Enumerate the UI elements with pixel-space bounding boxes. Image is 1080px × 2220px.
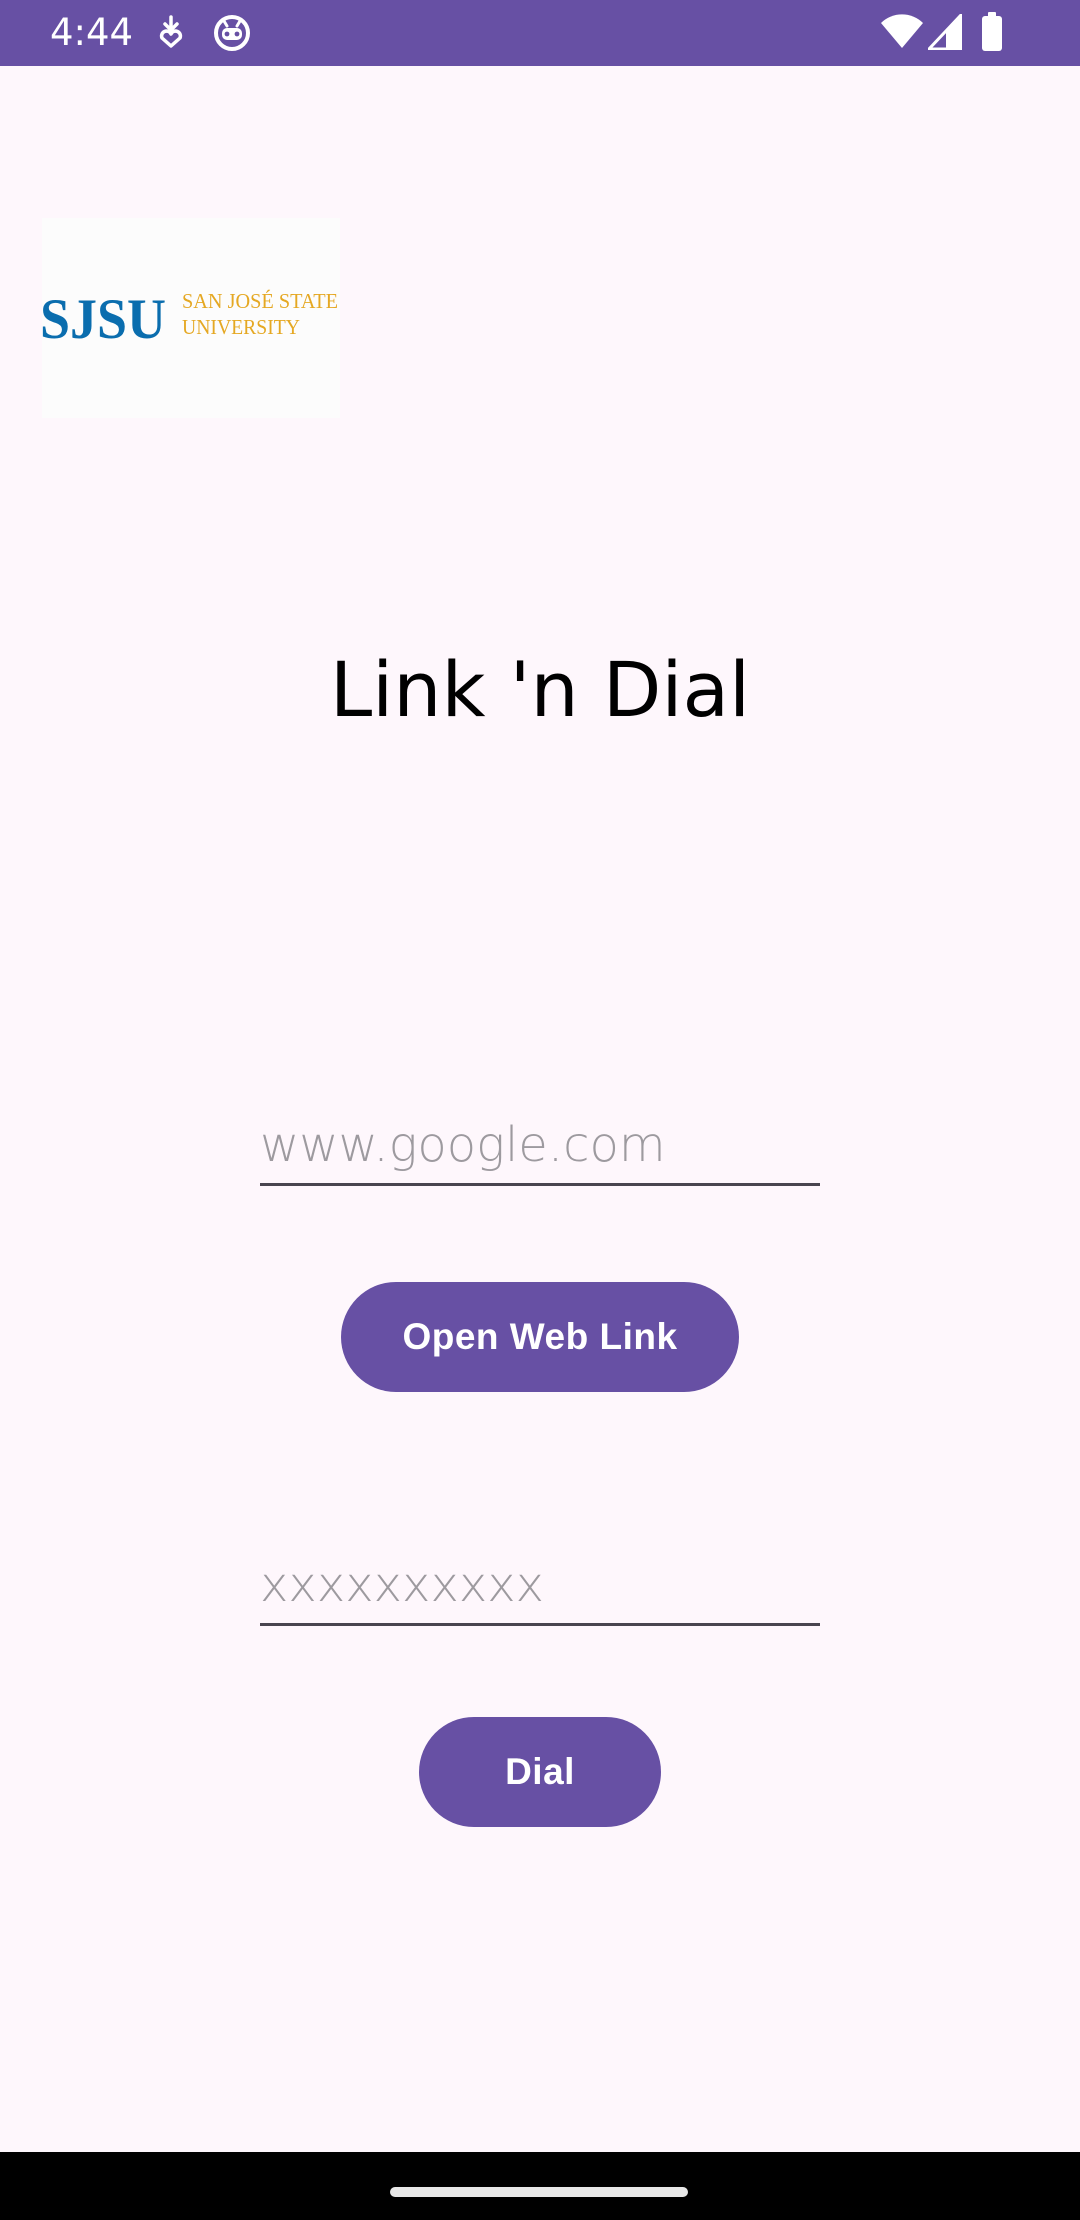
wifi-icon bbox=[880, 14, 924, 55]
status-time: 4:44 bbox=[50, 11, 134, 54]
navigation-bar bbox=[0, 2152, 1080, 2220]
page-title: Link 'n Dial bbox=[329, 645, 751, 734]
robot-face-icon bbox=[212, 13, 252, 58]
status-bar: 4:44 bbox=[0, 0, 1080, 66]
phone-number-input[interactable] bbox=[260, 1546, 820, 1626]
svg-text:SAN JOSÉ STATE: SAN JOSÉ STATE bbox=[182, 289, 338, 313]
url-input[interactable] bbox=[260, 1106, 820, 1186]
dial-button[interactable]: Dial bbox=[419, 1717, 661, 1827]
svg-text:SJSU: SJSU bbox=[42, 288, 166, 351]
open-web-link-button[interactable]: Open Web Link bbox=[341, 1282, 739, 1392]
cellular-signal-icon bbox=[927, 13, 963, 55]
home-gesture-handle[interactable] bbox=[390, 2187, 688, 2197]
download-notification-icon bbox=[156, 13, 186, 58]
svg-text:UNIVERSITY: UNIVERSITY bbox=[182, 315, 300, 339]
sjsu-logo: SJSU SAN JOSÉ STATE UNIVERSITY bbox=[42, 218, 340, 418]
battery-icon bbox=[981, 12, 1003, 57]
